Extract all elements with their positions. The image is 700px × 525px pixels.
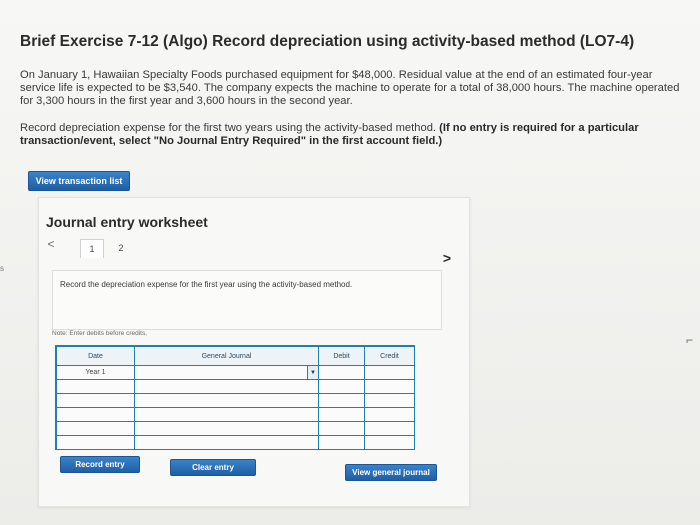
- problem-description: On January 1, Hawaiian Specialty Foods p…: [20, 69, 680, 107]
- account-input[interactable]: [134, 393, 319, 408]
- worksheet-instruction: Record the depreciation expense for the …: [60, 280, 353, 289]
- credit-input[interactable]: [364, 435, 415, 450]
- date-cell: Year 1: [56, 365, 135, 380]
- date-cell: [56, 435, 135, 450]
- credit-input[interactable]: [364, 421, 415, 436]
- clear-entry-button[interactable]: Clear entry: [170, 459, 256, 476]
- account-input[interactable]: [134, 435, 319, 450]
- worksheet-instruction-box: [52, 270, 442, 330]
- date-cell: [56, 407, 135, 422]
- general-journal-header: General Journal: [134, 346, 319, 366]
- debit-input[interactable]: [318, 435, 365, 450]
- table-row: Year 1 ▼: [56, 365, 415, 380]
- dropdown-arrow-icon[interactable]: ▼: [307, 366, 318, 379]
- table-row: [56, 379, 415, 394]
- debit-header: Debit: [318, 346, 365, 366]
- next-arrow-icon[interactable]: >: [440, 250, 454, 266]
- credit-input[interactable]: [364, 365, 415, 380]
- table-row: [56, 435, 415, 450]
- credit-input[interactable]: [364, 379, 415, 394]
- view-transaction-list-button[interactable]: View transaction list: [28, 171, 130, 191]
- date-cell: [56, 379, 135, 394]
- table-row: [56, 421, 415, 436]
- debit-input[interactable]: [318, 393, 365, 408]
- previous-arrow-icon[interactable]: <: [44, 237, 58, 251]
- date-cell: [56, 421, 135, 436]
- instructions: Record depreciation expense for the firs…: [20, 122, 660, 148]
- debit-input[interactable]: [318, 421, 365, 436]
- table-row: [56, 393, 415, 408]
- cursor-icon: ⌐: [686, 333, 694, 347]
- page-title: Brief Exercise 7-12 (Algo) Record deprec…: [20, 33, 635, 50]
- debit-credit-note: Note: Enter debits before credits.: [52, 330, 148, 337]
- view-general-journal-button[interactable]: View general journal: [345, 464, 437, 481]
- table-row: [56, 407, 415, 422]
- edge-fragment-text: s: [0, 264, 4, 273]
- journal-entry-grid: Date General Journal Debit Credit Year 1…: [55, 345, 415, 450]
- account-input[interactable]: [134, 421, 319, 436]
- account-select[interactable]: ▼: [134, 365, 319, 380]
- credit-header: Credit: [364, 346, 415, 366]
- credit-input[interactable]: [364, 393, 415, 408]
- tab-2[interactable]: 2: [110, 239, 132, 257]
- record-entry-button[interactable]: Record entry: [60, 456, 140, 473]
- date-header: Date: [56, 346, 135, 366]
- account-input[interactable]: [134, 407, 319, 422]
- tab-1[interactable]: 1: [80, 239, 104, 258]
- credit-input[interactable]: [364, 407, 415, 422]
- debit-input[interactable]: [318, 379, 365, 394]
- account-input[interactable]: [134, 379, 319, 394]
- worksheet-title: Journal entry worksheet: [46, 214, 208, 230]
- debit-input[interactable]: [318, 365, 365, 380]
- instructions-plain: Record depreciation expense for the firs…: [20, 122, 440, 134]
- debit-input[interactable]: [318, 407, 365, 422]
- date-cell: [56, 393, 135, 408]
